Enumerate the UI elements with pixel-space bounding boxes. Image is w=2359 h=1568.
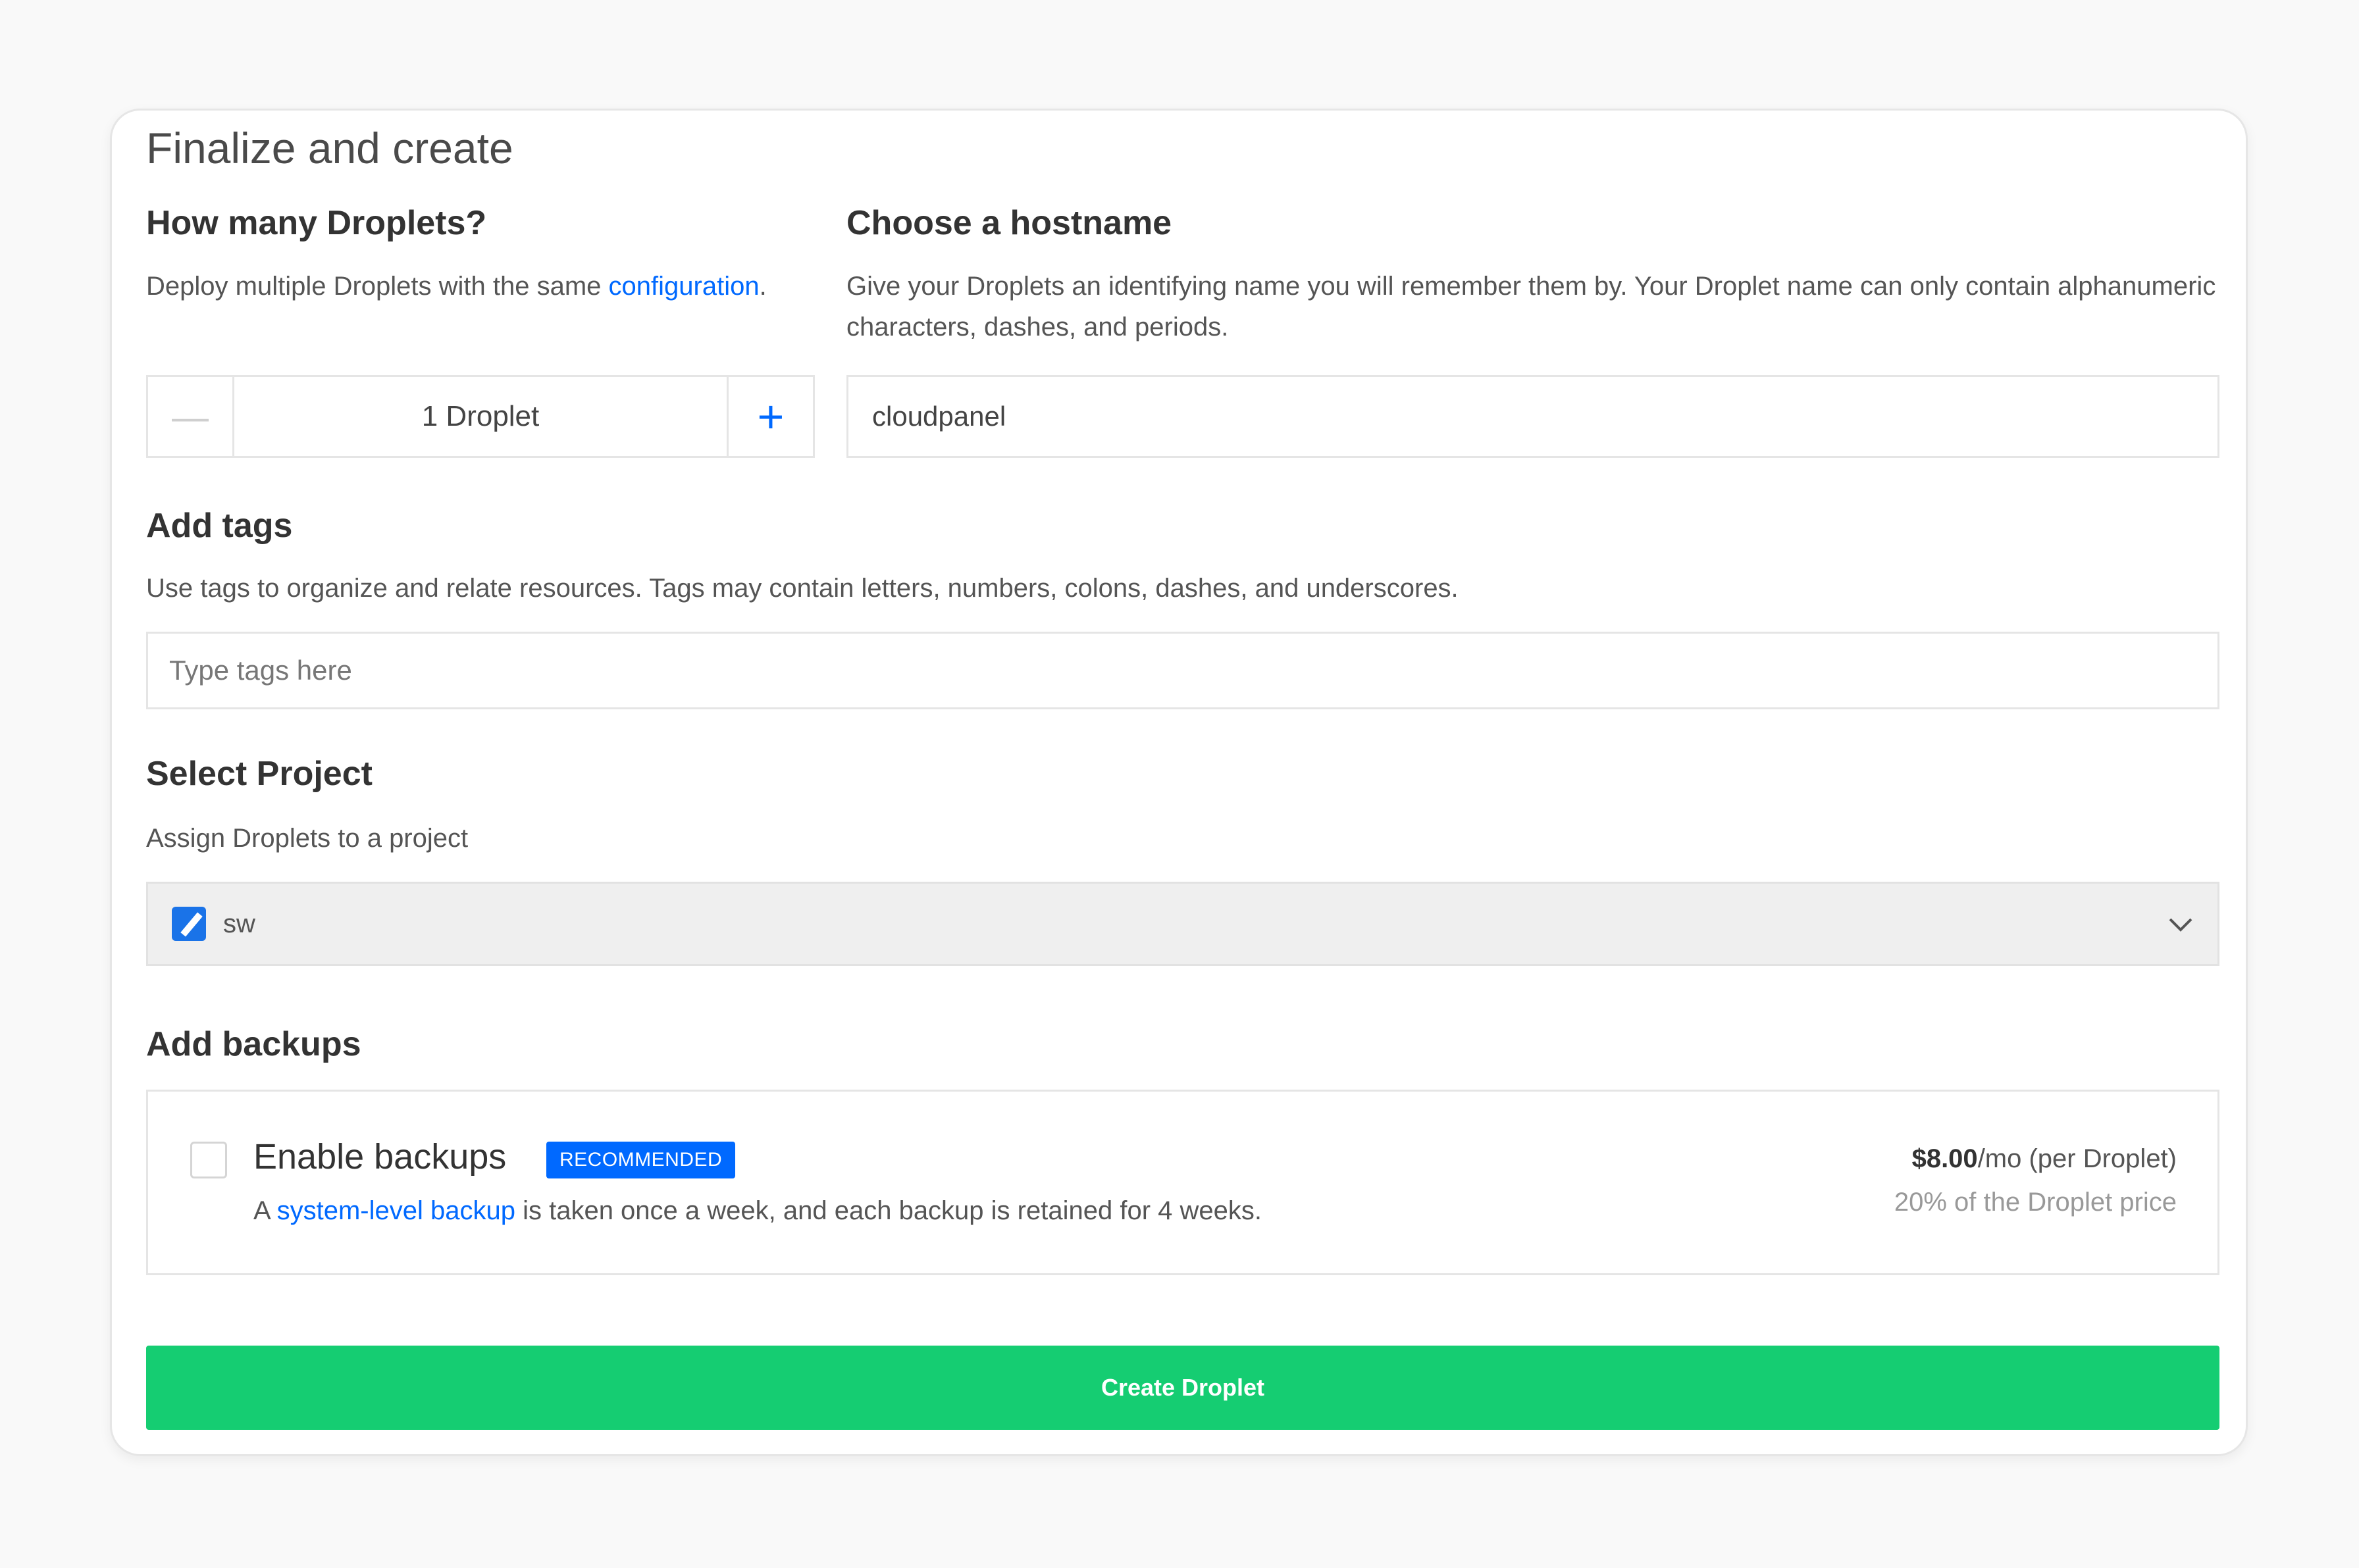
backup-option: Enable backups RECOMMENDED A system-leve… [146,1090,2219,1275]
enable-backups-label: Enable backups [253,1137,507,1176]
hostname-description: Give your Droplets an identifying name y… [846,272,2216,341]
increment-button[interactable]: + [727,377,813,456]
droplets-heading: How many Droplets? [146,204,487,242]
droplet-count-stepper: — 1 Droplet + [146,375,815,458]
tags-placeholder: Type tags here [169,655,352,686]
recommended-badge: RECOMMENDED [546,1142,736,1178]
project-description: Assign Droplets to a project [146,824,469,853]
page-title: Finalize and create [146,124,513,172]
decrement-button[interactable]: — [148,377,234,456]
project-heading: Select Project [146,755,373,793]
tags-description: Use tags to organize and relate resource… [146,574,1459,603]
project-selected-value: sw [223,909,255,938]
finalize-card: Finalize and create How many Droplets? D… [110,109,2248,1456]
hostname-input[interactable]: cloudpanel [846,375,2219,458]
backups-desc-prefix: A [253,1196,277,1225]
chevron-down-icon [2169,918,2192,932]
configuration-link[interactable]: configuration [609,272,760,301]
backup-price-note: 20% of the Droplet price [1894,1188,2177,1217]
backups-description: A system-level backup is taken once a we… [253,1190,1262,1231]
hostname-heading: Choose a hostname [846,204,1172,242]
droplets-desc-text: Deploy multiple Droplets with the same [146,272,609,301]
project-select[interactable]: sw [146,882,2219,966]
tags-input[interactable]: Type tags here [146,632,2219,709]
backups-desc-suffix: is taken once a week, and each backup is… [515,1196,1262,1225]
hostname-value: cloudpanel [872,401,1006,432]
system-level-backup-link[interactable]: system-level backup [277,1196,515,1225]
droplets-description: Deploy multiple Droplets with the same c… [146,266,817,307]
droplet-count-value[interactable]: 1 Droplet [234,377,727,456]
tags-heading: Add tags [146,507,293,545]
backup-price-amount: $8.00 [1911,1144,1978,1173]
droplets-desc-suffix: . [759,272,767,301]
backup-price: $8.00/mo (per Droplet) [1912,1144,2177,1174]
enable-backups-checkbox[interactable] [190,1142,227,1178]
create-droplet-button[interactable]: Create Droplet [146,1346,2219,1430]
project-icon [172,907,206,941]
backup-price-suffix: /mo (per Droplet) [1977,1144,2177,1173]
backups-heading: Add backups [146,1025,361,1063]
